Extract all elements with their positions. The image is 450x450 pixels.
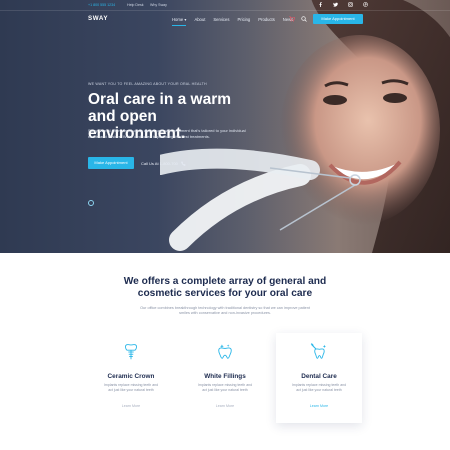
hero-make-appointment-button[interactable]: Make Appointment bbox=[88, 157, 134, 169]
why-sway-link[interactable]: Why Sway bbox=[150, 3, 167, 7]
card-title: Dental Care bbox=[301, 373, 337, 380]
phone-icon bbox=[181, 161, 186, 166]
facebook-icon[interactable] bbox=[318, 2, 323, 7]
card-title: White Fillings bbox=[204, 373, 246, 380]
pinterest-icon[interactable] bbox=[363, 2, 368, 7]
search-icon[interactable] bbox=[301, 16, 307, 22]
learn-more-link[interactable]: Learn More bbox=[88, 404, 174, 408]
nav-item-home[interactable]: Home ▾ bbox=[172, 17, 187, 26]
services-title: We offers a complete array of general an… bbox=[123, 276, 327, 300]
card-title: Ceramic Crown bbox=[107, 373, 155, 380]
twitter-icon[interactable] bbox=[333, 2, 338, 7]
logo[interactable]: SWAY bbox=[88, 15, 108, 22]
hero-description: Sway Dental offers world-class dental ca… bbox=[88, 128, 246, 139]
tooth-brush-icon bbox=[310, 343, 328, 361]
service-card-dental-care[interactable]: Dental Care Implants replace missing tee… bbox=[276, 333, 362, 423]
hero-section: +1 800 555 1234 Help Desk Why Sway SWAY … bbox=[0, 0, 450, 253]
card-text: Implants replace missing teeth and act j… bbox=[291, 383, 347, 392]
social-links bbox=[318, 2, 368, 7]
hero-eyebrow: WE WANT YOU TO FEEL AMAZING ABOUT YOUR O… bbox=[88, 82, 207, 86]
service-card-white-fillings[interactable]: White Fillings Implants replace missing … bbox=[182, 333, 268, 423]
nav-item-products[interactable]: Products bbox=[258, 17, 275, 22]
top-utility-bar: +1 800 555 1234 Help Desk Why Sway bbox=[0, 0, 450, 10]
hero-call-link[interactable]: Call Us At 1-800-700 bbox=[141, 161, 186, 166]
tooth-implant-icon bbox=[122, 343, 140, 361]
service-card-ceramic-crown[interactable]: Ceramic Crown Implants replace missing t… bbox=[88, 333, 174, 423]
cart-icon[interactable] bbox=[289, 16, 295, 22]
card-text: Implants replace missing teeth and act j… bbox=[103, 383, 159, 392]
learn-more-link[interactable]: Learn More bbox=[182, 404, 268, 408]
nav-item-about[interactable]: About bbox=[194, 17, 205, 22]
help-desk-link[interactable]: Help Desk bbox=[127, 3, 144, 7]
nav-item-services[interactable]: Services bbox=[213, 17, 229, 22]
nav-make-appointment-button[interactable]: Make Appointment bbox=[313, 14, 363, 24]
services-subtitle: Our office combines breakthrough technol… bbox=[140, 306, 310, 316]
slider-dot[interactable] bbox=[88, 200, 94, 206]
learn-more-link[interactable]: Learn More bbox=[276, 404, 362, 408]
nav-menu: Home ▾ About Services Pricing Products N… bbox=[172, 17, 301, 26]
main-nav: SWAY Home ▾ About Services Pricing Produ… bbox=[0, 10, 450, 28]
tooth-sparkle-icon bbox=[216, 343, 234, 361]
topbar-phone[interactable]: +1 800 555 1234 bbox=[88, 3, 115, 7]
instagram-icon[interactable] bbox=[348, 2, 353, 7]
card-text: Implants replace missing teeth and act j… bbox=[197, 383, 253, 392]
call-text: Call Us At 1-800-700 bbox=[141, 161, 178, 166]
nav-item-pricing[interactable]: Pricing bbox=[237, 17, 250, 22]
